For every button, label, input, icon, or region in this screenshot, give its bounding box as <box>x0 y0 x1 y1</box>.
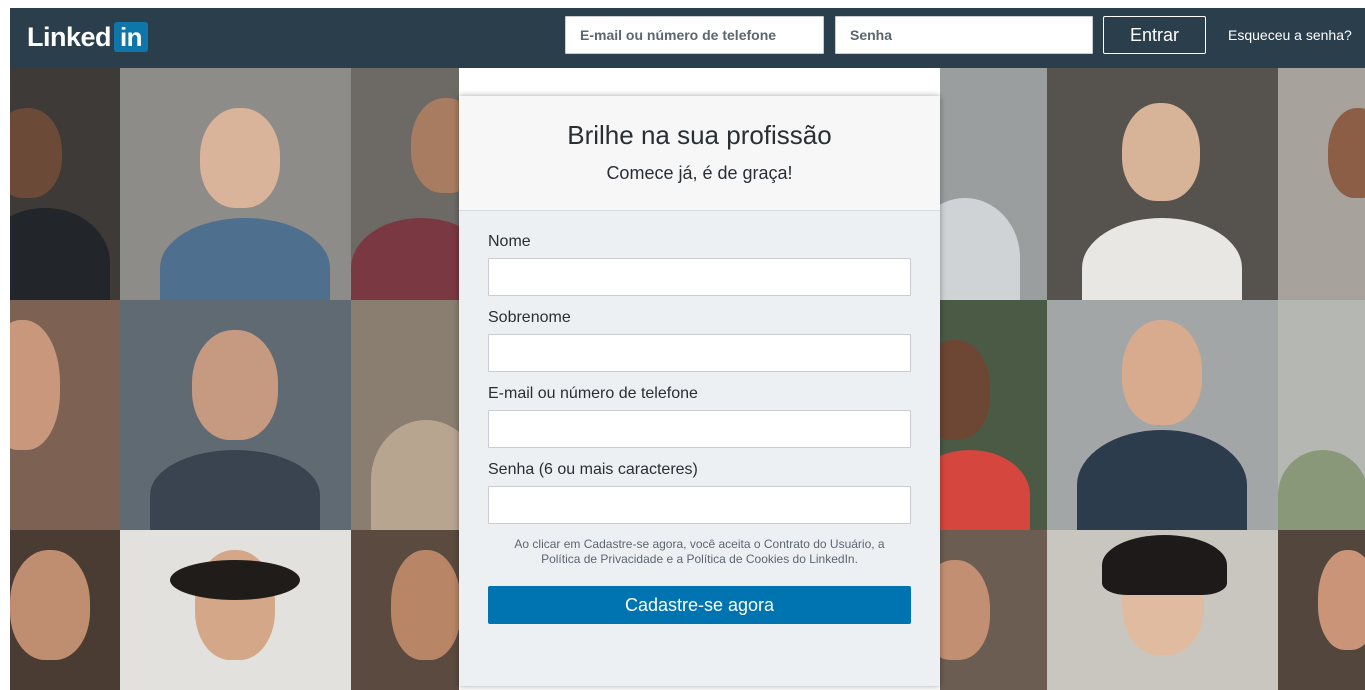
signup-card: Brilhe na sua profissão Comece já, é de … <box>459 96 940 686</box>
photo-tile <box>940 300 1047 530</box>
photo-tile <box>10 530 120 690</box>
photo-tile <box>1047 530 1278 690</box>
photo-tile <box>1278 300 1365 530</box>
photo-tile <box>120 300 351 530</box>
photo-tile <box>120 68 351 300</box>
photo-tile <box>351 530 459 690</box>
signup-subtitle: Comece já, é de graça! <box>606 163 793 183</box>
first-name-input[interactable] <box>488 258 911 296</box>
email-phone-input[interactable] <box>488 410 911 448</box>
photo-tile <box>351 300 459 530</box>
photo-tile <box>351 68 459 300</box>
logo-in-box: in <box>114 22 149 52</box>
forgot-password-link[interactable]: Esqueceu a senha? <box>1228 27 1352 43</box>
page-frame: Linked in Entrar Esqueceu a senha? <box>10 8 1365 690</box>
signup-title: Brilhe na sua profissão <box>567 120 832 150</box>
linkedin-logo[interactable]: Linked in <box>27 20 149 54</box>
password-input[interactable] <box>488 486 911 524</box>
photo-tile <box>120 530 351 690</box>
photo-tile <box>10 300 120 530</box>
login-button[interactable]: Entrar <box>1103 16 1206 54</box>
first-name-label: Nome <box>488 233 531 250</box>
photo-tile <box>10 68 120 300</box>
photo-tile <box>940 530 1047 690</box>
header-password-input[interactable] <box>835 16 1093 54</box>
photo-tile <box>940 68 1047 300</box>
photo-tile <box>1278 68 1365 300</box>
last-name-label: Sobrenome <box>488 309 571 326</box>
signup-form: Nome Sobrenome E-mail ou número de telef… <box>459 211 940 686</box>
photo-tile <box>1278 530 1365 690</box>
signup-card-header: Brilhe na sua profissão Comece já, é de … <box>459 96 940 211</box>
top-nav-bar: Linked in Entrar Esqueceu a senha? <box>10 8 1365 68</box>
header-email-input[interactable] <box>565 16 824 54</box>
photo-tile <box>1047 68 1278 300</box>
last-name-input[interactable] <box>488 334 911 372</box>
logo-wordmark: Linked <box>27 22 112 52</box>
email-phone-label: E-mail ou número de telefone <box>488 385 698 402</box>
password-label: Senha (6 ou mais caracteres) <box>488 461 698 478</box>
terms-notice: Ao clicar em Cadastre-se agora, você ace… <box>514 537 885 566</box>
photo-tile <box>1047 300 1278 530</box>
signup-button[interactable]: Cadastre-se agora <box>488 586 911 624</box>
